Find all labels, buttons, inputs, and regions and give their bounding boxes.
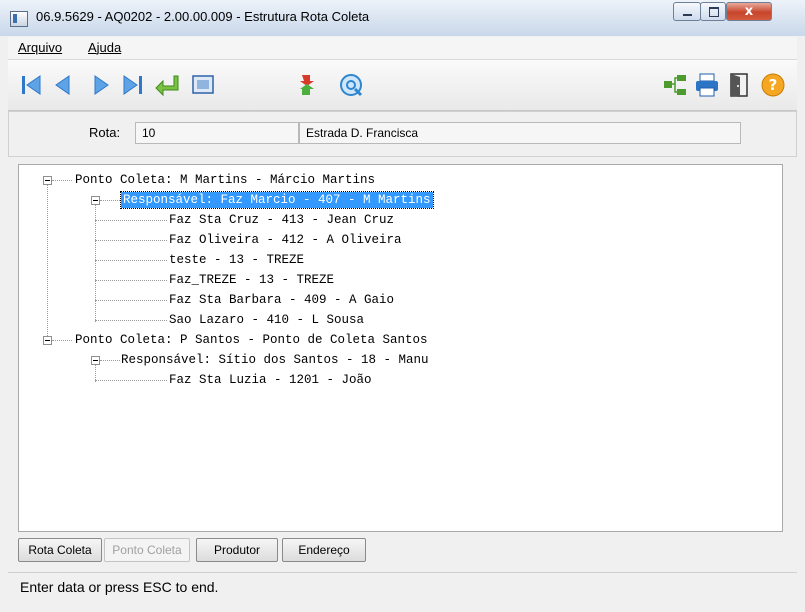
- tree-node-fazenda[interactable]: Faz Oliveira - 412 - A Oliveira: [169, 232, 402, 248]
- refresh-icon[interactable]: [294, 72, 320, 98]
- tree-node-fazenda[interactable]: Faz Sta Cruz - 413 - Jean Cruz: [169, 212, 394, 228]
- tree-node-fazenda[interactable]: Sao Lazaro - 410 - L Sousa: [169, 312, 364, 328]
- close-icon: x: [744, 4, 754, 19]
- structure-tree[interactable]: Ponto Coleta: M Martins - Márcio Martins…: [18, 164, 783, 532]
- help-icon[interactable]: ?: [760, 72, 786, 98]
- collapse-icon[interactable]: [43, 336, 52, 345]
- next-record-icon[interactable]: [88, 72, 114, 98]
- tree-node-fazenda[interactable]: teste - 13 - TREZE: [169, 252, 304, 268]
- rota-label: Rota:: [89, 125, 121, 140]
- status-bar: Enter data or press ESC to end.: [8, 572, 797, 601]
- rota-panel: Rota: 10 Estrada D. Francisca: [8, 111, 797, 157]
- tree-node-responsavel[interactable]: Responsável: Sítio dos Santos - 18 - Man…: [121, 352, 429, 368]
- first-record-icon[interactable]: [18, 72, 44, 98]
- last-record-icon[interactable]: [120, 72, 146, 98]
- toolbar: ?: [8, 60, 797, 111]
- collapse-icon[interactable]: [43, 176, 52, 185]
- previous-record-icon[interactable]: [50, 72, 76, 98]
- exit-door-icon[interactable]: [726, 72, 752, 98]
- enter-icon[interactable]: [154, 72, 180, 98]
- window-title: 06.9.5629 - AQ0202 - 2.00.00.009 - Estru…: [36, 9, 370, 24]
- collapse-icon[interactable]: [91, 196, 100, 205]
- endereco-button[interactable]: Endereço: [282, 538, 366, 562]
- tree-node-fazenda[interactable]: Faz Sta Luzia - 1201 - João: [169, 372, 372, 388]
- produtor-button[interactable]: Produtor: [196, 538, 278, 562]
- ponto-coleta-button[interactable]: Ponto Coleta: [104, 538, 190, 562]
- rota-description-field: Estrada D. Francisca: [299, 122, 741, 144]
- preview-icon[interactable]: [190, 72, 216, 98]
- app-window: 06.9.5629 - AQ0202 - 2.00.00.009 - Estru…: [0, 0, 805, 612]
- rota-coleta-button[interactable]: Rota Coleta: [18, 538, 102, 562]
- menu-bar: Arquivo Ajuda: [8, 37, 797, 60]
- svg-text:?: ?: [769, 76, 778, 94]
- close-button[interactable]: x: [726, 2, 772, 21]
- tree-node-ponto-coleta[interactable]: Ponto Coleta: M Martins - Márcio Martins: [75, 172, 375, 188]
- tree-structure-icon[interactable]: [662, 72, 688, 98]
- status-text: Enter data or press ESC to end.: [20, 579, 219, 595]
- minimize-button[interactable]: [673, 2, 701, 21]
- search-icon[interactable]: [338, 72, 364, 98]
- menu-arquivo[interactable]: Arquivo: [18, 40, 62, 55]
- tree-node-ponto-coleta[interactable]: Ponto Coleta: P Santos - Ponto de Coleta…: [75, 332, 428, 348]
- tree-node-fazenda[interactable]: Faz_TREZE - 13 - TREZE: [169, 272, 334, 288]
- app-icon: [10, 11, 28, 27]
- maximize-button[interactable]: [700, 2, 726, 21]
- collapse-icon[interactable]: [91, 356, 100, 365]
- menu-ajuda[interactable]: Ajuda: [88, 40, 121, 55]
- tree-node-fazenda[interactable]: Faz Sta Barbara - 409 - A Gaio: [169, 292, 394, 308]
- rota-input[interactable]: 10: [135, 122, 299, 144]
- title-bar: 06.9.5629 - AQ0202 - 2.00.00.009 - Estru…: [0, 0, 805, 36]
- tree-node-responsavel-selected[interactable]: Responsável: Faz Marcio - 407 - M Martin…: [120, 191, 434, 209]
- print-icon[interactable]: [694, 72, 720, 98]
